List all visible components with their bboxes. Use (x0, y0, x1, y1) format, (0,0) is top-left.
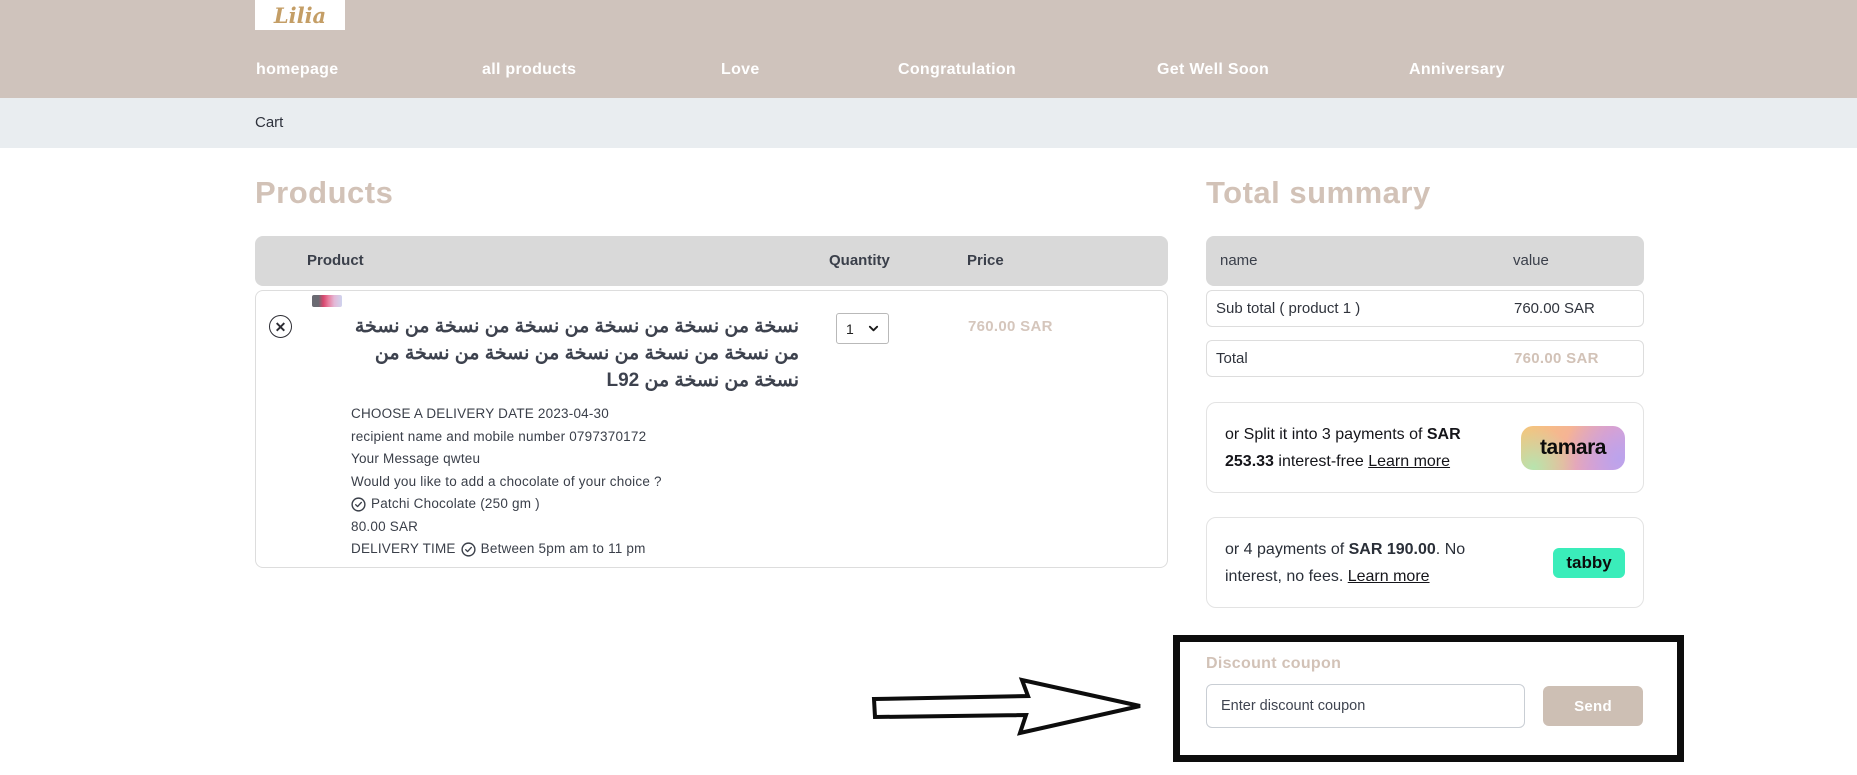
close-icon: ✕ (274, 318, 287, 335)
brand-logo-text: Lilia (273, 2, 327, 28)
tamara-payment-card: or Split it into 3 payments of SAR 253.3… (1206, 402, 1644, 493)
tabby-amount: SAR 190.00 (1348, 540, 1436, 558)
products-section: Products Product Quantity Price ✕ نسخة م… (255, 148, 1168, 568)
nav-item-congratulation[interactable]: Congratulation (898, 61, 1016, 79)
column-header-value: value (1513, 252, 1549, 269)
recipient-line: recipient name and mobile number 0797370… (351, 428, 647, 444)
chocolate-price-line: 80.00 SAR (351, 518, 419, 534)
tamara-learn-more-link[interactable]: Learn more (1368, 453, 1450, 470)
cart-item-row: ✕ نسخة من نسخة من نسخة من نسخة من نسخة م… (255, 290, 1168, 568)
total-label: Total (1216, 350, 1248, 367)
check-circle-icon (351, 497, 366, 512)
tamara-logo-text: tamara (1540, 435, 1606, 459)
discount-coupon-input[interactable] (1206, 684, 1525, 728)
column-header-product: Product (307, 252, 364, 269)
summary-title: Total summary (1206, 175, 1431, 210)
product-title[interactable]: نسخة من نسخة من نسخة من نسخة من نسخة من … (351, 313, 799, 394)
discount-coupon-title: Discount coupon (1206, 655, 1342, 672)
chevron-down-icon (868, 323, 879, 334)
nav-item-all-products[interactable]: all products (482, 61, 576, 79)
tabby-learn-more-link[interactable]: Learn more (1348, 568, 1430, 585)
site-header: Lilia homepage all products Love Congrat… (0, 0, 1857, 98)
nav-item-love[interactable]: Love (721, 61, 760, 79)
subtotal-label: Sub total ( product 1 ) (1216, 300, 1361, 317)
delivery-time-value: Between 5pm am to 11 pm (480, 541, 646, 556)
nav-item-get-well-soon[interactable]: Get Well Soon (1157, 61, 1269, 79)
products-title: Products (255, 175, 394, 210)
product-thumbnail[interactable] (312, 295, 342, 307)
products-table-header: Product Quantity Price (255, 236, 1168, 286)
column-header-price: Price (967, 252, 1004, 269)
breadcrumb-bar: Cart (0, 98, 1857, 148)
message-line: Your Message qwteu (351, 451, 481, 466)
total-row: Total 760.00 SAR (1206, 340, 1644, 377)
chocolate-choice-line: Patchi Chocolate (250 gm ) (351, 493, 871, 516)
delivery-date-line: CHOOSE A DELIVERY DATE 2023-04-30 (351, 406, 609, 421)
chocolate-choice-label: Patchi Chocolate (250 gm ) (371, 496, 540, 511)
subtotal-value: 760.00 SAR (1514, 300, 1595, 317)
check-circle-icon (461, 542, 476, 557)
tabby-logo: tabby (1553, 547, 1625, 578)
nav-item-anniversary[interactable]: Anniversary (1409, 61, 1505, 79)
tamara-payment-text: or Split it into 3 payments of SAR 253.3… (1225, 421, 1497, 475)
item-price: 760.00 SAR (968, 318, 1053, 335)
tabby-payment-card: or 4 payments of SAR 190.00. No interest… (1206, 517, 1644, 608)
tabby-logo-text: tabby (1566, 552, 1612, 572)
quantity-value: 1 (846, 320, 854, 337)
tamara-logo: tamara (1521, 425, 1625, 470)
total-value: 760.00 SAR (1514, 350, 1599, 367)
nav-item-homepage[interactable]: homepage (256, 61, 338, 79)
summary-table-header: name value (1206, 236, 1644, 286)
tabby-payment-text: or 4 payments of SAR 190.00. No interest… (1225, 536, 1497, 590)
delivery-time-label: DELIVERY TIME (351, 541, 456, 556)
column-header-quantity: Quantity (829, 252, 890, 269)
delivery-time-line: DELIVERY TIME Between 5pm am to 11 pm (351, 538, 871, 561)
chocolate-question-line: Would you like to add a chocolate of you… (351, 473, 662, 489)
tamara-text-after: interest-free (1273, 452, 1369, 470)
tabby-text-before: or 4 payments of (1225, 540, 1349, 558)
total-summary-section: Total summary name value Sub total ( pro… (1206, 148, 1644, 608)
quantity-select[interactable]: 1 (836, 313, 889, 344)
tamara-text-before: or Split it into 3 payments of (1225, 425, 1427, 443)
brand-logo[interactable]: Lilia (255, 0, 345, 30)
annotation-arrow-icon (871, 677, 1141, 736)
product-options: CHOOSE A DELIVERY DATE 2023-04-30 recipi… (351, 403, 871, 561)
breadcrumb: Cart (255, 114, 284, 131)
send-coupon-button[interactable]: Send (1543, 686, 1643, 726)
remove-item-button[interactable]: ✕ (269, 315, 292, 338)
subtotal-row: Sub total ( product 1 ) 760.00 SAR (1206, 290, 1644, 327)
column-header-name: name (1220, 252, 1258, 269)
